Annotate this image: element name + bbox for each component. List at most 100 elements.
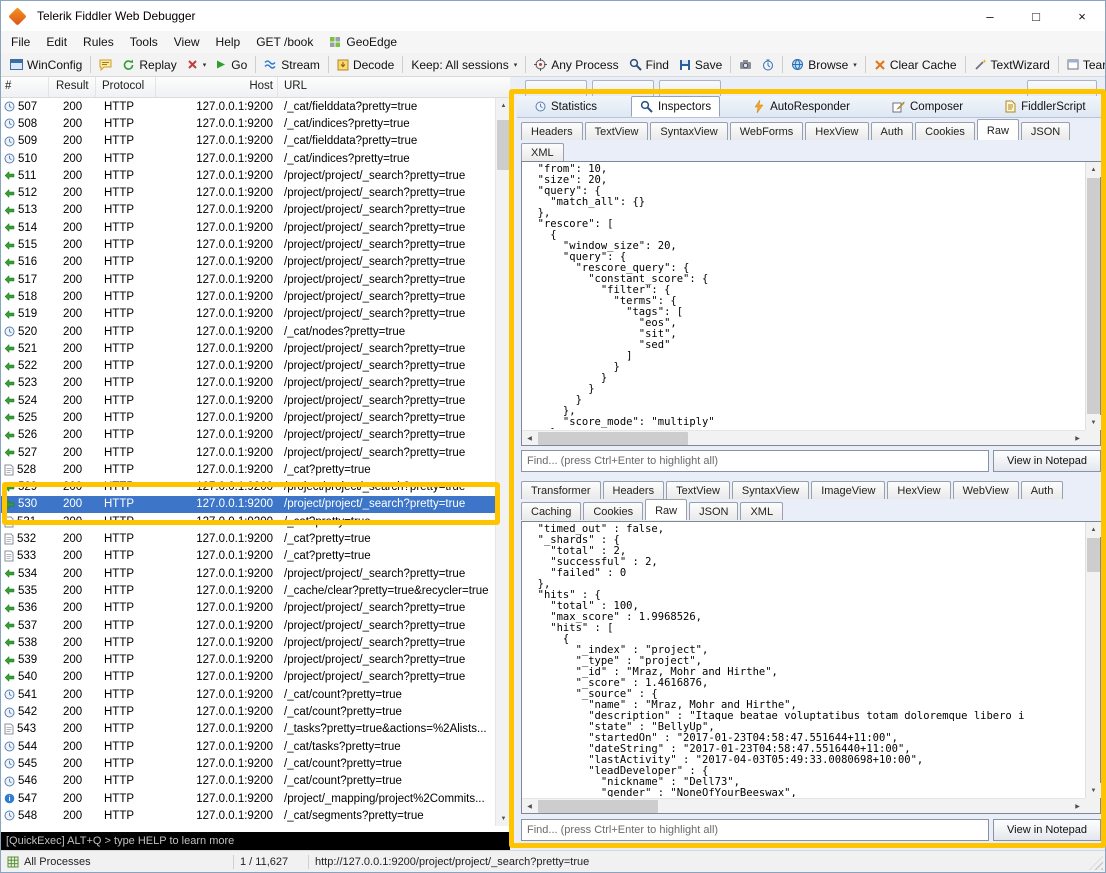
- remove-sessions-button[interactable]: ▾: [182, 57, 212, 72]
- save-button[interactable]: Save: [674, 56, 727, 74]
- response-vertical-scrollbar[interactable]: ▲ ▼: [1085, 522, 1100, 798]
- tearoff-button[interactable]: Tearoff: [1062, 56, 1105, 74]
- request-view-in-notepad-button[interactable]: View in Notepad: [993, 450, 1101, 472]
- stream-button[interactable]: Stream: [259, 56, 325, 74]
- session-row[interactable]: 513200HTTP127.0.0.1:9200/project/project…: [1, 202, 495, 219]
- scroll-down-button[interactable]: ▼: [1086, 415, 1101, 430]
- scrollbar-thumb[interactable]: [538, 800, 658, 813]
- tab-inspectors[interactable]: Inspectors: [631, 96, 720, 117]
- maximize-button[interactable]: □: [1013, 1, 1059, 31]
- any-process-button[interactable]: Any Process: [529, 56, 623, 74]
- session-row[interactable]: 529200HTTP127.0.0.1:9200/project/project…: [1, 479, 495, 496]
- session-row[interactable]: 543200HTTP127.0.0.1:9200/_tasks?pretty=t…: [1, 721, 495, 738]
- session-row[interactable]: 514200HTTP127.0.0.1:9200/project/project…: [1, 219, 495, 236]
- scrollbar-thumb[interactable]: [1087, 538, 1100, 572]
- response-tab-webview[interactable]: WebView: [953, 481, 1019, 499]
- session-row[interactable]: 518200HTTP127.0.0.1:9200/project/project…: [1, 288, 495, 305]
- session-row[interactable]: 522200HTTP127.0.0.1:9200/project/project…: [1, 357, 495, 374]
- session-row[interactable]: 527200HTTP127.0.0.1:9200/project/project…: [1, 444, 495, 461]
- session-row[interactable]: 511200HTTP127.0.0.1:9200/project/project…: [1, 167, 495, 184]
- response-horizontal-scrollbar[interactable]: ◀ ▶: [522, 798, 1085, 813]
- menu-item-edit[interactable]: Edit: [38, 32, 75, 52]
- request-find-input[interactable]: [521, 450, 989, 472]
- clear-cache-button[interactable]: Clear Cache: [869, 56, 962, 74]
- session-row[interactable]: 535200HTTP127.0.0.1:9200/_cache/clear?pr…: [1, 582, 495, 599]
- session-row[interactable]: 531200HTTP127.0.0.1:9200/_cat?pretty=tru…: [1, 513, 495, 530]
- session-row[interactable]: 544200HTTP127.0.0.1:9200/_cat/tasks?pret…: [1, 738, 495, 755]
- session-row[interactable]: 548200HTTP127.0.0.1:9200/_cat/segments?p…: [1, 807, 495, 824]
- request-tab-json[interactable]: JSON: [1021, 122, 1070, 140]
- scroll-left-button[interactable]: ◀: [522, 799, 537, 814]
- column-header-host[interactable]: Host: [156, 77, 278, 97]
- session-row[interactable]: 526200HTTP127.0.0.1:9200/project/project…: [1, 427, 495, 444]
- decode-button[interactable]: Decode: [332, 56, 399, 74]
- scroll-up-button[interactable]: ▲: [496, 98, 511, 113]
- panel-splitter[interactable]: [510, 77, 517, 850]
- menu-item-get-book[interactable]: GET /book: [248, 32, 321, 52]
- browse-button[interactable]: Browse▾: [786, 56, 862, 74]
- session-row[interactable]: 516200HTTP127.0.0.1:9200/project/project…: [1, 254, 495, 271]
- session-row[interactable]: i547200HTTP127.0.0.1:9200/project/_mappi…: [1, 790, 495, 807]
- keep-sessions-dropdown[interactable]: Keep: All sessions▾: [406, 56, 522, 74]
- session-row[interactable]: 545200HTTP127.0.0.1:9200/_cat/count?pret…: [1, 755, 495, 772]
- scroll-up-button[interactable]: ▲: [1086, 162, 1101, 177]
- response-tab-cookies[interactable]: Cookies: [583, 502, 643, 520]
- response-tab-hexview[interactable]: HexView: [887, 481, 950, 499]
- quickexec-bar[interactable]: [QuickExec] ALT+Q > type HELP to learn m…: [1, 832, 510, 850]
- session-row[interactable]: 520200HTTP127.0.0.1:9200/_cat/nodes?pret…: [1, 323, 495, 340]
- response-tab-textview[interactable]: TextView: [666, 481, 730, 499]
- scrollbar-thumb[interactable]: [1087, 178, 1100, 414]
- session-row[interactable]: 534200HTTP127.0.0.1:9200/project/project…: [1, 565, 495, 582]
- session-row[interactable]: 519200HTTP127.0.0.1:9200/project/project…: [1, 306, 495, 323]
- column-header-result[interactable]: Result: [49, 77, 96, 97]
- session-row[interactable]: 515200HTTP127.0.0.1:9200/project/project…: [1, 236, 495, 253]
- session-row[interactable]: 541200HTTP127.0.0.1:9200/_cat/count?pret…: [1, 686, 495, 703]
- menu-item-file[interactable]: File: [3, 32, 38, 52]
- session-row[interactable]: 510200HTTP127.0.0.1:9200/_cat/indices?pr…: [1, 150, 495, 167]
- session-row[interactable]: 530200HTTP127.0.0.1:9200/project/project…: [1, 496, 495, 513]
- session-row[interactable]: 538200HTTP127.0.0.1:9200/project/project…: [1, 634, 495, 651]
- winconfig-button[interactable]: WinConfig: [5, 56, 87, 74]
- scroll-up-button[interactable]: ▲: [1086, 522, 1101, 537]
- request-tab-cookies[interactable]: Cookies: [915, 122, 975, 140]
- response-tab-syntaxview[interactable]: SyntaxView: [732, 481, 809, 499]
- response-tab-headers[interactable]: Headers: [603, 481, 665, 499]
- go-button[interactable]: Go: [211, 56, 252, 74]
- session-row[interactable]: 528200HTTP127.0.0.1:9200/_cat?pretty=tru…: [1, 461, 495, 478]
- tab-fiddlerscript[interactable]: FiddlerScript: [997, 96, 1094, 117]
- request-horizontal-scrollbar[interactable]: ◀ ▶: [522, 430, 1085, 445]
- menu-item-rules[interactable]: Rules: [75, 32, 122, 52]
- request-tab-hexview[interactable]: HexView: [805, 122, 868, 140]
- session-row[interactable]: 536200HTTP127.0.0.1:9200/project/project…: [1, 600, 495, 617]
- request-tab-auth[interactable]: Auth: [871, 122, 914, 140]
- find-button[interactable]: Find: [624, 56, 674, 74]
- scrollbar-thumb[interactable]: [497, 120, 510, 170]
- session-row[interactable]: 540200HTTP127.0.0.1:9200/project/project…: [1, 669, 495, 686]
- session-row[interactable]: 507200HTTP127.0.0.1:9200/_cat/fielddata?…: [1, 98, 495, 115]
- menu-item-tools[interactable]: Tools: [122, 32, 166, 52]
- session-row[interactable]: 525200HTTP127.0.0.1:9200/project/project…: [1, 409, 495, 426]
- tab-composer[interactable]: Composer: [884, 96, 971, 117]
- comment-button[interactable]: [94, 57, 117, 73]
- session-row[interactable]: 533200HTTP127.0.0.1:9200/_cat?pretty=tru…: [1, 548, 495, 565]
- session-row[interactable]: 523200HTTP127.0.0.1:9200/project/project…: [1, 375, 495, 392]
- scroll-down-button[interactable]: ▼: [496, 811, 511, 826]
- menu-item-help[interactable]: Help: [208, 32, 249, 52]
- response-tab-raw[interactable]: Raw: [645, 499, 687, 520]
- menu-item-view[interactable]: View: [166, 32, 208, 52]
- scroll-down-button[interactable]: ▼: [1086, 783, 1101, 798]
- session-row[interactable]: 546200HTTP127.0.0.1:9200/_cat/count?pret…: [1, 773, 495, 790]
- session-row[interactable]: 512200HTTP127.0.0.1:9200/project/project…: [1, 184, 495, 201]
- column-header-url[interactable]: URL: [278, 77, 510, 97]
- request-tab-xml[interactable]: XML: [521, 143, 564, 161]
- request-tab-textview[interactable]: TextView: [585, 122, 649, 140]
- session-row[interactable]: 539200HTTP127.0.0.1:9200/project/project…: [1, 652, 495, 669]
- textwizard-button[interactable]: TextWizard: [969, 56, 1055, 74]
- session-row[interactable]: 524200HTTP127.0.0.1:9200/project/project…: [1, 392, 495, 409]
- request-vertical-scrollbar[interactable]: ▲ ▼: [1085, 162, 1100, 430]
- scroll-right-button[interactable]: ▶: [1070, 431, 1085, 446]
- request-tab-syntaxview[interactable]: SyntaxView: [650, 122, 727, 140]
- response-find-input[interactable]: [521, 819, 989, 841]
- response-body-view[interactable]: "timed_out" : false, "_shards" : { "tota…: [521, 521, 1101, 814]
- tab-autoresponder[interactable]: AutoResponder: [746, 96, 858, 117]
